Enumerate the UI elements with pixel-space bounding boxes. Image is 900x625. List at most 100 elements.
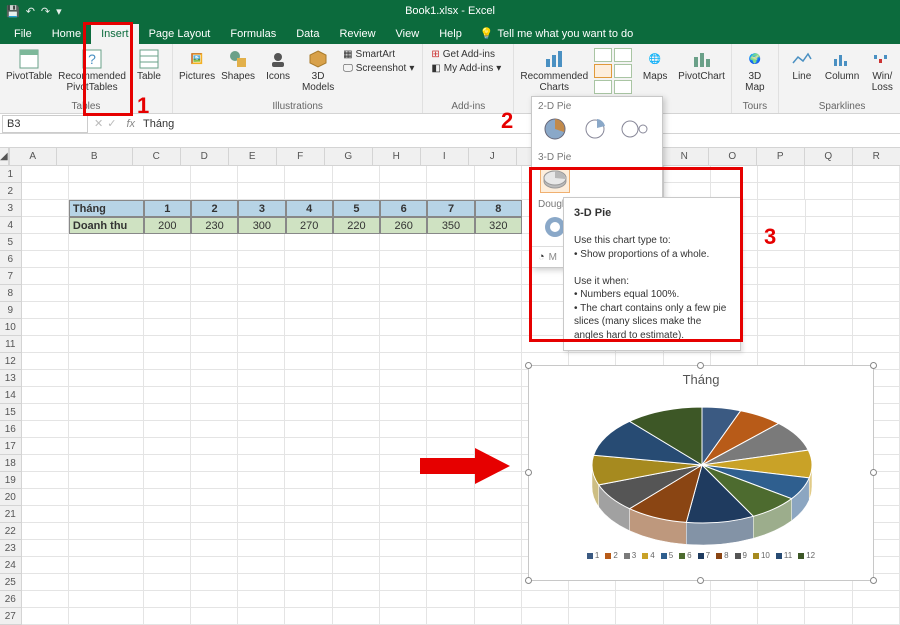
- enter-icon[interactable]: ✓: [107, 117, 116, 130]
- cell[interactable]: [238, 404, 285, 421]
- cell[interactable]: [22, 523, 69, 540]
- cell[interactable]: [333, 285, 380, 302]
- cell[interactable]: [285, 557, 332, 574]
- cell[interactable]: [380, 183, 427, 200]
- cell[interactable]: 270: [286, 217, 333, 234]
- cell[interactable]: [285, 506, 332, 523]
- cell[interactable]: [475, 387, 522, 404]
- cell[interactable]: [238, 353, 285, 370]
- cell[interactable]: [22, 234, 69, 251]
- cell[interactable]: [69, 166, 144, 183]
- cell[interactable]: [144, 591, 191, 608]
- cell[interactable]: [427, 251, 474, 268]
- cell[interactable]: [758, 302, 805, 319]
- tab-data[interactable]: Data: [286, 24, 329, 44]
- cell[interactable]: [69, 353, 144, 370]
- row-header-18[interactable]: 18: [0, 455, 22, 472]
- cell[interactable]: [333, 404, 380, 421]
- formula-bar[interactable]: Tháng: [139, 118, 900, 130]
- cell[interactable]: [333, 489, 380, 506]
- cell[interactable]: [333, 455, 380, 472]
- tab-file[interactable]: File: [4, 24, 42, 44]
- cell[interactable]: [333, 353, 380, 370]
- cell[interactable]: [380, 285, 427, 302]
- cell[interactable]: [238, 523, 285, 540]
- cell[interactable]: [805, 251, 852, 268]
- cell[interactable]: [853, 608, 900, 625]
- cell[interactable]: [191, 234, 238, 251]
- chart-pie-icon[interactable]: [594, 64, 612, 78]
- cell[interactable]: [380, 387, 427, 404]
- cell[interactable]: [427, 302, 474, 319]
- chart-title[interactable]: Tháng: [529, 366, 873, 389]
- cell[interactable]: [238, 421, 285, 438]
- cell[interactable]: [758, 166, 805, 183]
- cell[interactable]: [22, 268, 69, 285]
- cell[interactable]: [22, 557, 69, 574]
- cell[interactable]: [758, 336, 805, 353]
- cell[interactable]: [333, 251, 380, 268]
- embedded-pie-chart[interactable]: Tháng 1 2 3 4 5 6 7 8 9 10 11 12: [528, 365, 874, 581]
- cell[interactable]: [805, 285, 852, 302]
- cell[interactable]: [22, 319, 69, 336]
- cell[interactable]: [805, 302, 852, 319]
- cell[interactable]: [285, 251, 332, 268]
- cell[interactable]: [144, 421, 191, 438]
- row-header-11[interactable]: 11: [0, 336, 22, 353]
- chart-legend[interactable]: 1 2 3 4 5 6 7 8 9 10 11 12: [529, 549, 873, 562]
- cell[interactable]: Doanh thu: [69, 217, 144, 234]
- cell[interactable]: [285, 574, 332, 591]
- col-header-R[interactable]: R: [853, 148, 900, 166]
- btn-my-addins[interactable]: ◧My Add-ins ▾: [429, 62, 507, 75]
- cell[interactable]: [144, 166, 191, 183]
- cell[interactable]: [333, 523, 380, 540]
- cell[interactable]: [22, 421, 69, 438]
- cell[interactable]: [144, 438, 191, 455]
- cell[interactable]: [333, 336, 380, 353]
- cell[interactable]: [238, 285, 285, 302]
- cell[interactable]: [69, 506, 144, 523]
- cell[interactable]: [333, 540, 380, 557]
- cell[interactable]: [853, 200, 900, 217]
- cell[interactable]: [758, 608, 805, 625]
- pie-exploded-icon[interactable]: [580, 116, 610, 142]
- cell[interactable]: [333, 319, 380, 336]
- cell[interactable]: [805, 183, 852, 200]
- cell[interactable]: [238, 540, 285, 557]
- cell[interactable]: [238, 302, 285, 319]
- cell[interactable]: [285, 302, 332, 319]
- cell[interactable]: [380, 302, 427, 319]
- cell[interactable]: [69, 523, 144, 540]
- row-header-22[interactable]: 22: [0, 523, 22, 540]
- cell[interactable]: [238, 336, 285, 353]
- cell[interactable]: [285, 455, 332, 472]
- cell[interactable]: [144, 455, 191, 472]
- cell[interactable]: [805, 336, 852, 353]
- cell[interactable]: [853, 183, 900, 200]
- cell[interactable]: [427, 506, 474, 523]
- cell[interactable]: [427, 336, 474, 353]
- cell[interactable]: [69, 608, 144, 625]
- col-header-G[interactable]: G: [325, 148, 373, 166]
- cell[interactable]: [380, 506, 427, 523]
- cell[interactable]: [191, 302, 238, 319]
- cell[interactable]: 7: [427, 200, 474, 217]
- row-header-7[interactable]: 7: [0, 268, 22, 285]
- btn-icons[interactable]: Icons: [261, 48, 295, 82]
- cell[interactable]: 6: [380, 200, 427, 217]
- cell[interactable]: [758, 268, 805, 285]
- cell[interactable]: [427, 591, 474, 608]
- cell[interactable]: [711, 591, 758, 608]
- cell[interactable]: [238, 387, 285, 404]
- cell[interactable]: [475, 608, 522, 625]
- col-header-A[interactable]: A: [9, 148, 57, 166]
- btn-3dmap[interactable]: 🌍3D Map: [738, 48, 772, 93]
- cell[interactable]: [22, 404, 69, 421]
- cell[interactable]: [427, 285, 474, 302]
- btn-3d-models[interactable]: 3D Models: [301, 48, 335, 93]
- col-header-O[interactable]: O: [709, 148, 757, 166]
- cell[interactable]: [475, 251, 522, 268]
- tab-review[interactable]: Review: [329, 24, 385, 44]
- cell[interactable]: 8: [475, 200, 522, 217]
- cell[interactable]: [238, 506, 285, 523]
